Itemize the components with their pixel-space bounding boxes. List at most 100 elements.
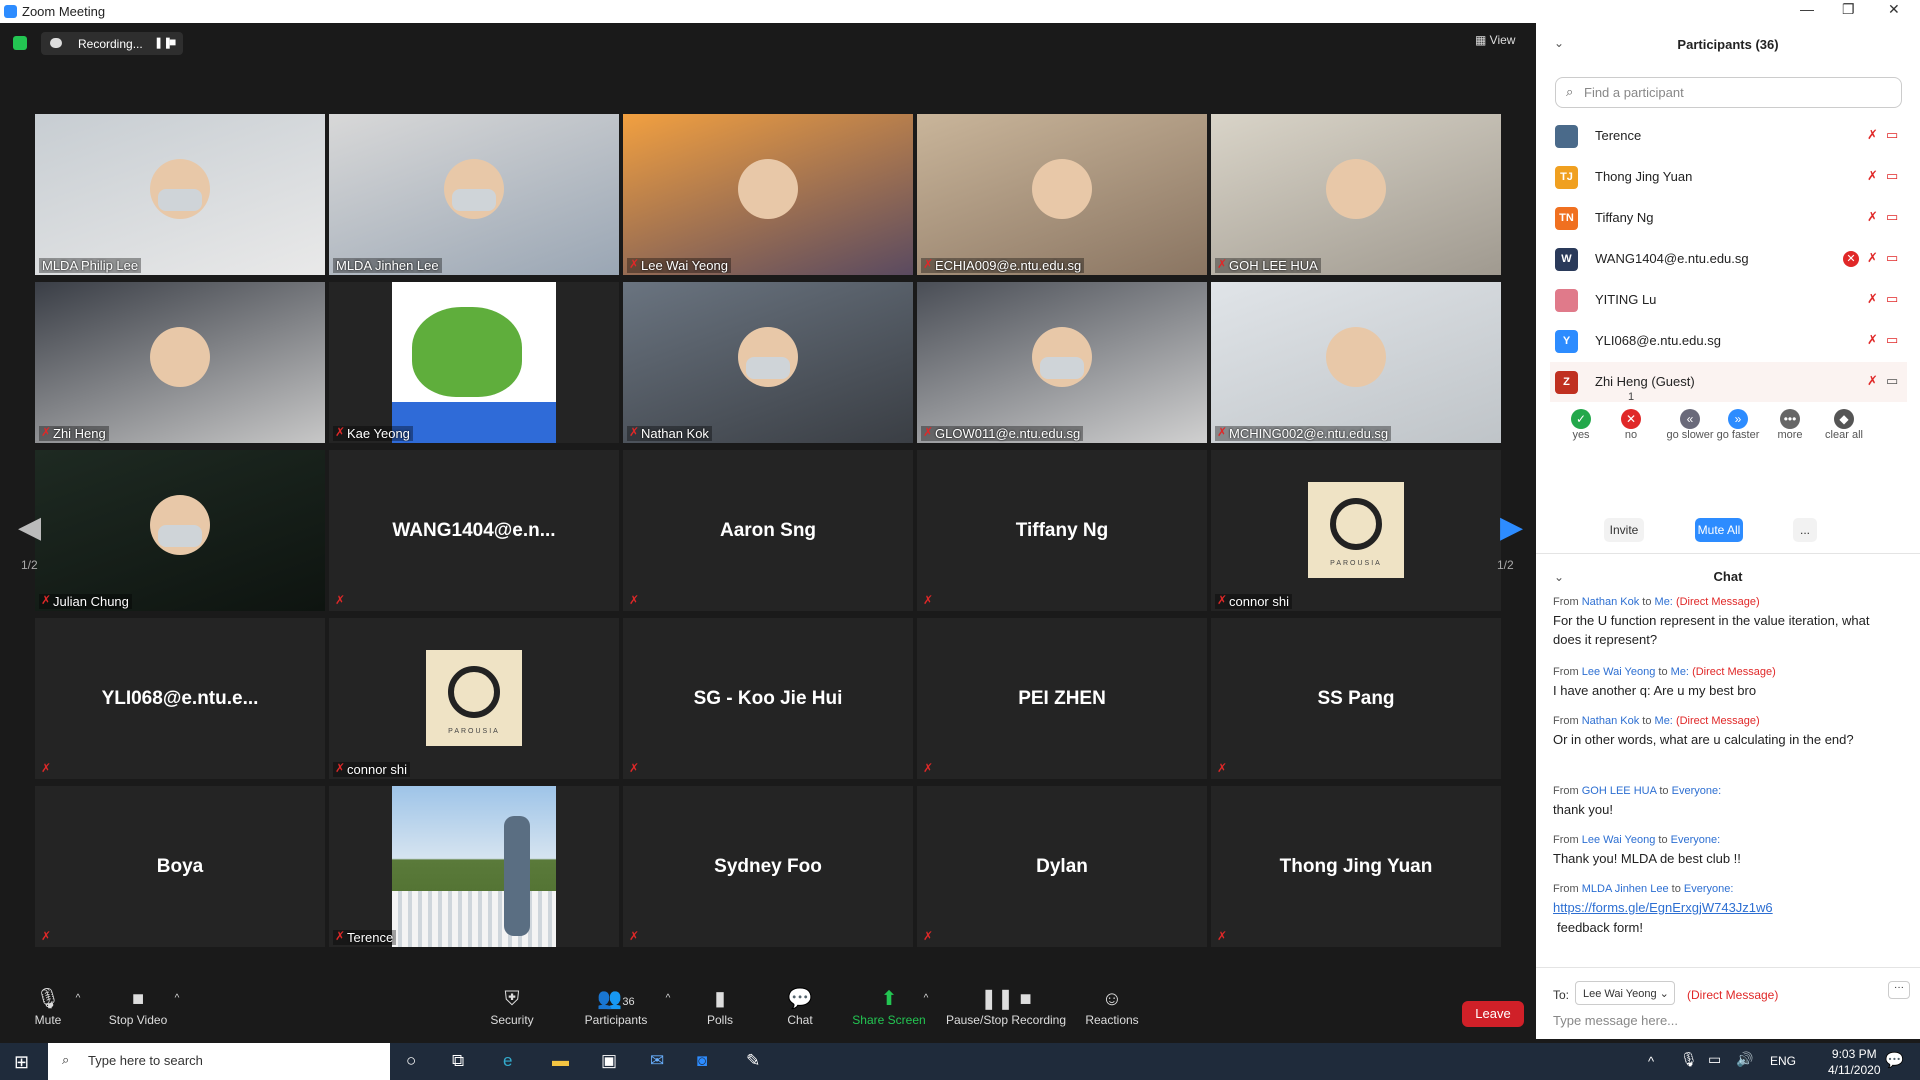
view-button[interactable]: ▦ View: [1475, 33, 1515, 47]
close-icon[interactable]: ✕: [1888, 1, 1900, 18]
participant-tile[interactable]: MLDA Philip Lee: [35, 114, 325, 275]
share-options-caret[interactable]: ^: [920, 993, 932, 1004]
chat-button[interactable]: 💬 Chat: [785, 985, 815, 1027]
muted-mic-icon[interactable]: ✗: [1867, 168, 1878, 184]
participant-tile[interactable]: MCHING002@e.ntu.edu.sg ✗: [1211, 282, 1501, 443]
participants-options-caret[interactable]: ^: [662, 993, 674, 1004]
participant-row[interactable]: Terence ✗ ▭: [1550, 116, 1907, 156]
video-off-icon[interactable]: ▭: [1886, 291, 1898, 307]
encryption-shield-icon[interactable]: [13, 36, 27, 50]
mail-icon[interactable]: ✉: [650, 1051, 664, 1071]
participant-tile[interactable]: Kae Yeong ✗: [329, 282, 619, 443]
video-off-icon[interactable]: ▭: [1886, 209, 1898, 225]
participant-tile[interactable]: ECHIA009@e.ntu.edu.sg ✗: [917, 114, 1207, 275]
participants-button[interactable]: 👥36 Participants: [584, 985, 648, 1027]
restore-icon[interactable]: ❐: [1842, 1, 1855, 18]
zoom-taskbar-icon[interactable]: ◙: [697, 1051, 707, 1071]
notifications-icon[interactable]: 💬: [1885, 1051, 1904, 1069]
stop-video-button[interactable]: ■ Stop Video: [104, 985, 172, 1027]
sender-name[interactable]: MLDA Jinhen Lee: [1582, 883, 1669, 895]
video-options-caret[interactable]: ^: [171, 993, 183, 1004]
participant-tile[interactable]: Terence ✗: [329, 786, 619, 947]
participant-tile[interactable]: YLI068@e.ntu.e... ✗: [35, 618, 325, 779]
video-off-icon[interactable]: ▭: [1886, 250, 1898, 266]
participant-tile[interactable]: PEI ZHEN ✗: [917, 618, 1207, 779]
participant-tile[interactable]: Thong Jing Yuan ✗: [1211, 786, 1501, 947]
participant-tile[interactable]: Aaron Sng ✗: [623, 450, 913, 611]
participant-tile[interactable]: GOH LEE HUA ✗: [1211, 114, 1501, 275]
participant-tile[interactable]: PAROUSIA connor shi ✗: [1211, 450, 1501, 611]
audio-options-caret[interactable]: ^: [72, 993, 84, 1004]
mute-all-button[interactable]: Mute All: [1695, 518, 1743, 542]
muted-mic-icon[interactable]: ✗: [1867, 332, 1878, 348]
polls-button[interactable]: ▮ Polls: [705, 985, 735, 1027]
muted-mic-icon[interactable]: ✗: [1867, 291, 1878, 307]
muted-mic-icon[interactable]: ✗: [1867, 373, 1878, 389]
participant-row[interactable]: TN Tiffany Ng ✗ ▭: [1550, 198, 1907, 238]
participant-tile[interactable]: Boya ✗: [35, 786, 325, 947]
participant-tile[interactable]: PAROUSIA connor shi ✗: [329, 618, 619, 779]
stop-recording-icon[interactable]: ■: [169, 35, 176, 49]
muted-mic-icon[interactable]: ✗: [1867, 250, 1878, 266]
more-options-button[interactable]: ...: [1793, 518, 1817, 542]
muted-mic-icon[interactable]: ✗: [1867, 209, 1878, 225]
feedback-clear-all-button[interactable]: ◆ clear all: [1814, 409, 1874, 441]
sender-name[interactable]: GOH LEE HUA: [1582, 785, 1657, 797]
participant-tile[interactable]: Tiffany Ng ✗: [917, 450, 1207, 611]
video-on-icon[interactable]: ▭: [1886, 373, 1898, 389]
tray-chevron-icon[interactable]: ^: [1648, 1054, 1654, 1069]
reactions-button[interactable]: ☺ Reactions: [1082, 985, 1142, 1027]
feedback-more-button[interactable]: ••• more: [1760, 409, 1820, 441]
taskbar-search-box[interactable]: ⌕ Type here to search: [48, 1043, 390, 1080]
file-explorer-icon[interactable]: ▬: [552, 1051, 569, 1071]
participant-row[interactable]: TJ Thong Jing Yuan ✗ ▭: [1550, 157, 1907, 197]
sender-name[interactable]: Nathan Kok: [1582, 596, 1639, 608]
tray-microphone-icon[interactable]: 🎙: [1680, 1051, 1698, 1068]
participant-tile[interactable]: Lee Wai Yeong ✗: [623, 114, 913, 275]
participant-row[interactable]: W WANG1404@e.ntu.edu.sg ✕ ✗ ▭: [1550, 239, 1907, 279]
task-view-icon[interactable]: ⧉: [452, 1051, 464, 1071]
leave-button[interactable]: Leave: [1462, 1001, 1524, 1027]
mute-button[interactable]: 🎙 Mute: [28, 985, 68, 1027]
participant-tile[interactable]: WANG1404@e.n... ✗: [329, 450, 619, 611]
language-indicator[interactable]: ENG: [1770, 1054, 1796, 1068]
network-icon[interactable]: ▭: [1708, 1051, 1721, 1068]
pause-stop-recording-button[interactable]: ❚❚ ■ Pause/Stop Recording: [944, 985, 1068, 1027]
video-off-icon[interactable]: ▭: [1886, 127, 1898, 143]
sender-name[interactable]: Nathan Kok: [1582, 715, 1639, 727]
taskbar-clock[interactable]: 9:03 PM 4/11/2020: [1828, 1046, 1881, 1078]
paint-icon[interactable]: ✎: [746, 1051, 760, 1071]
chat-more-icon[interactable]: ···: [1888, 981, 1910, 999]
participant-tile[interactable]: MLDA Jinhen Lee: [329, 114, 619, 275]
feedback-no-button[interactable]: 1 ✕ no: [1601, 391, 1661, 441]
security-button[interactable]: ⛨ Security: [486, 985, 538, 1027]
participant-search-input[interactable]: ⌕ Find a participant: [1555, 77, 1902, 108]
sender-name[interactable]: Lee Wai Yeong: [1582, 834, 1656, 846]
participant-tile[interactable]: Sydney Foo ✗: [623, 786, 913, 947]
feedback-go-faster-button[interactable]: » go faster: [1708, 409, 1768, 441]
participant-tile[interactable]: Nathan Kok ✗: [623, 282, 913, 443]
video-off-icon[interactable]: ▭: [1886, 168, 1898, 184]
store-icon[interactable]: ▣: [601, 1051, 617, 1071]
windows-start-icon[interactable]: ⊞: [14, 1052, 29, 1073]
participant-tile[interactable]: GLOW011@e.ntu.edu.sg ✗: [917, 282, 1207, 443]
sender-name[interactable]: Lee Wai Yeong: [1582, 666, 1656, 678]
invite-button[interactable]: Invite: [1604, 518, 1644, 542]
minimize-icon[interactable]: —: [1800, 1, 1814, 17]
volume-icon[interactable]: 🔊: [1736, 1051, 1753, 1068]
participant-tile[interactable]: SS Pang ✗: [1211, 618, 1501, 779]
participant-row[interactable]: Y YLI068@e.ntu.edu.sg ✗ ▭: [1550, 321, 1907, 361]
edge-icon[interactable]: e: [503, 1051, 512, 1071]
share-screen-button[interactable]: ⬆ Share Screen: [852, 985, 926, 1027]
next-page-arrow[interactable]: ▶: [1500, 510, 1523, 545]
message-link[interactable]: https://forms.gle/EgnErxgjW743Jz1w6: [1553, 900, 1773, 915]
recipient-dropdown[interactable]: Lee Wai Yeong ⌄: [1575, 981, 1675, 1005]
participant-tile[interactable]: SG - Koo Jie Hui ✗: [623, 618, 913, 779]
prev-page-arrow[interactable]: ◀: [18, 510, 41, 545]
muted-mic-icon[interactable]: ✗: [1867, 127, 1878, 143]
chat-message-input[interactable]: Type message here...: [1553, 1013, 1678, 1028]
participant-row[interactable]: YITING Lu ✗ ▭: [1550, 280, 1907, 320]
video-off-icon[interactable]: ▭: [1886, 332, 1898, 348]
participant-tile[interactable]: Julian Chung ✗: [35, 450, 325, 611]
participant-tile[interactable]: Dylan ✗: [917, 786, 1207, 947]
